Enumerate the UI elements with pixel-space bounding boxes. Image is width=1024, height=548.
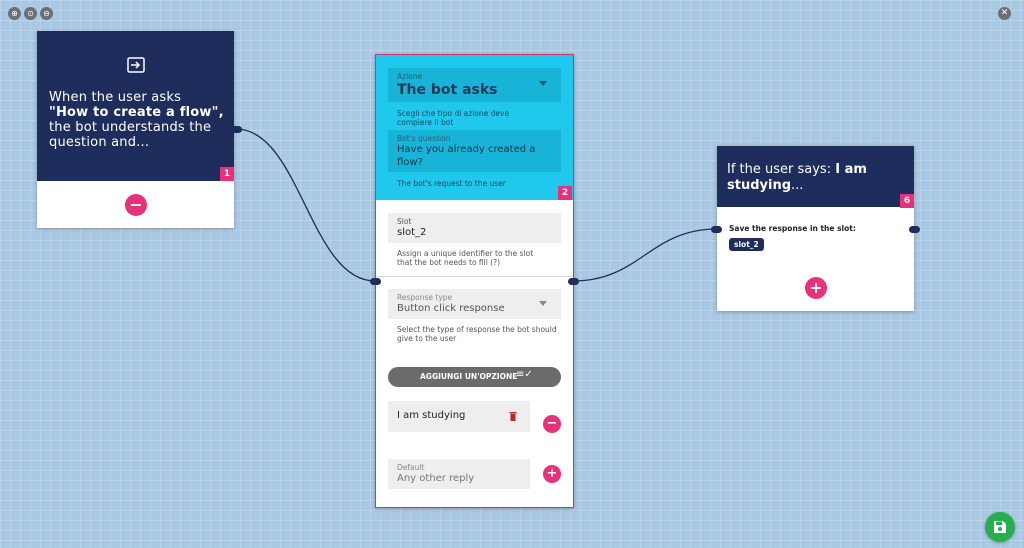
- option-value: I am studying: [397, 410, 466, 421]
- wire-1-to-2: [235, 128, 376, 282]
- wire-2-to-6: [572, 228, 718, 282]
- option-field[interactable]: I am studying: [388, 401, 530, 432]
- playlist-add-icon: ≡✓: [516, 369, 533, 380]
- card-number-badge: 6: [900, 194, 914, 208]
- card-number-badge: 2: [558, 186, 572, 200]
- trash-icon[interactable]: [509, 411, 517, 421]
- slot-value: slot_2: [397, 227, 427, 238]
- bot-asks-card[interactable]: Azione The bot asks Scegli che tipo di a…: [375, 54, 574, 508]
- remove-button[interactable]: −: [125, 194, 147, 216]
- action-hint: Scegli che tipo di azione deve compiere …: [397, 109, 510, 127]
- add-option-label: AGGIUNGI UN'OPZIONE: [420, 372, 518, 381]
- output-port[interactable]: [909, 226, 920, 233]
- slot-hint: Assign a unique identifier to the slot t…: [397, 249, 534, 267]
- divider: [376, 276, 573, 277]
- user-says-header: If the user says: I am studying...: [717, 146, 914, 207]
- user-says-text: If the user says: I am studying...: [727, 162, 867, 193]
- chevron-down-icon: [539, 301, 547, 306]
- action-value: The bot asks: [397, 82, 498, 98]
- enter-icon: [127, 57, 145, 73]
- save-response-text: Save the response in the slot:: [729, 224, 856, 233]
- action-label: Azione: [397, 72, 423, 81]
- card-number-badge: 1: [220, 167, 234, 181]
- input-port[interactable]: [711, 226, 722, 233]
- slot-chip[interactable]: slot_2: [729, 238, 764, 251]
- user-says-card[interactable]: If the user says: I am studying... 6 Sav…: [717, 146, 914, 311]
- response-type-hint: Select the type of response the bot shou…: [397, 325, 557, 343]
- bot-question-label: Bot's question: [397, 134, 451, 143]
- bot-question-field[interactable]: Bot's question Have you already created …: [388, 130, 561, 172]
- add-button[interactable]: +: [805, 277, 827, 299]
- output-port[interactable]: [568, 278, 579, 285]
- bot-question-hint: The bot's request to the user: [397, 179, 506, 188]
- trigger-card[interactable]: When the user asks "How to create a flow…: [37, 31, 234, 228]
- response-type-select[interactable]: Response type Button click response: [388, 289, 561, 319]
- input-port[interactable]: [370, 278, 381, 285]
- default-label: Default: [397, 463, 425, 472]
- output-port[interactable]: [231, 126, 242, 133]
- action-section: Azione The bot asks Scegli che tipo di a…: [376, 55, 573, 200]
- add-option-plus-button[interactable]: +: [543, 465, 561, 483]
- response-type-value: Button click response: [397, 303, 505, 314]
- trigger-text: When the user asks "How to create a flow…: [49, 90, 224, 150]
- bot-question-value: Have you already created a flow?: [397, 144, 536, 168]
- save-button[interactable]: [985, 512, 1015, 542]
- add-option-button[interactable]: AGGIUNGI UN'OPZIONE ≡✓: [388, 367, 561, 387]
- floppy-disk-icon: [994, 521, 1006, 533]
- trigger-card-header: When the user asks "How to create a flow…: [37, 31, 234, 181]
- default-placeholder: Any other reply: [397, 473, 475, 484]
- remove-option-button[interactable]: −: [543, 415, 561, 433]
- chevron-down-icon: [539, 81, 547, 86]
- action-select[interactable]: Azione The bot asks: [388, 68, 561, 102]
- response-type-label: Response type: [397, 293, 453, 302]
- slot-field[interactable]: Slot slot_2: [388, 213, 561, 243]
- default-field[interactable]: Default Any other reply: [388, 459, 530, 489]
- slot-label: Slot: [397, 217, 412, 226]
